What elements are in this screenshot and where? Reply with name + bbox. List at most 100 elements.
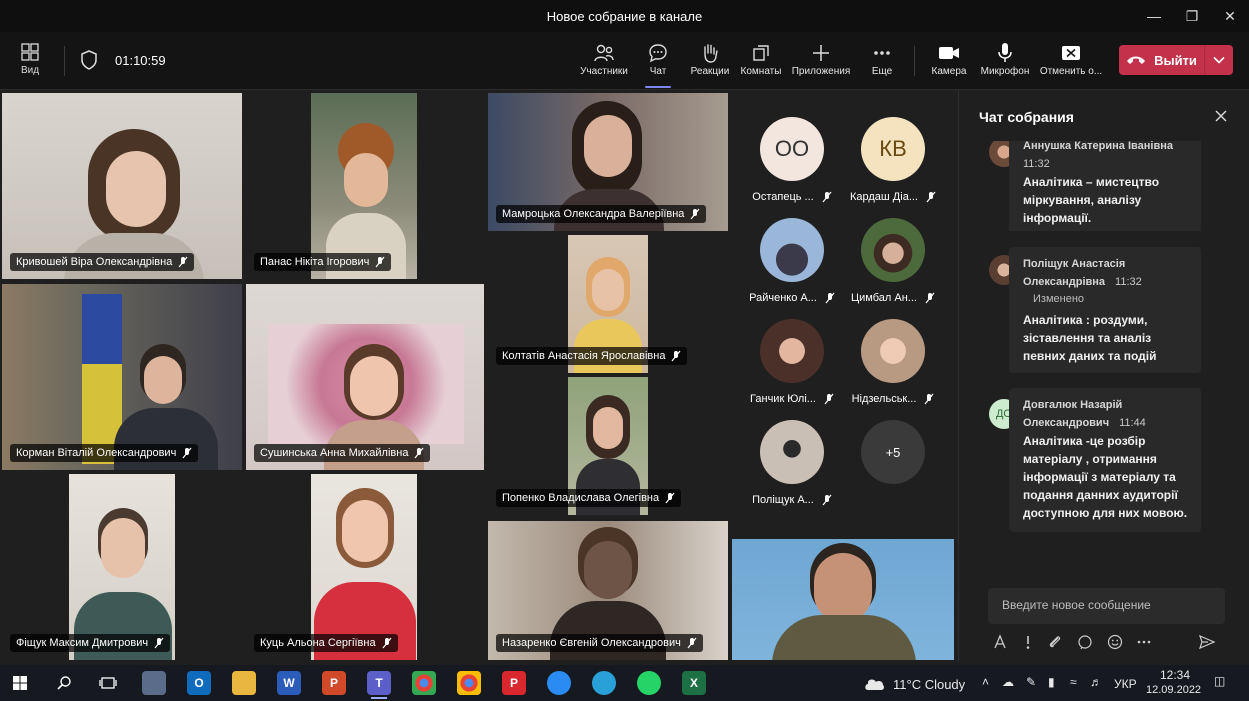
- leave-options[interactable]: [1205, 45, 1233, 75]
- task-view-icon[interactable]: [96, 671, 120, 695]
- clock-date[interactable]: 12.09.2022: [1146, 684, 1201, 696]
- weather-text[interactable]: 11°C Cloudy: [893, 677, 965, 692]
- windows-start-icon[interactable]: [8, 671, 32, 695]
- avatar: [760, 420, 824, 484]
- wifi-icon[interactable]: ≈: [1070, 675, 1077, 689]
- avatar: [861, 218, 925, 282]
- mic-off-icon: [178, 256, 188, 268]
- hang-up-icon: [1127, 56, 1146, 64]
- more-participants-count: +5: [861, 420, 925, 484]
- more-participants-tile[interactable]: +5: [842, 420, 944, 484]
- messenger-app-icon[interactable]: [547, 671, 571, 695]
- mic-off-icon: [665, 492, 675, 504]
- participant-avatar-tile[interactable]: ОО Остапець ...: [741, 117, 843, 203]
- avatar: [861, 319, 925, 383]
- powerpoint-app-icon[interactable]: P: [322, 671, 346, 695]
- teams-app-icon[interactable]: T: [367, 671, 391, 699]
- more-options-icon[interactable]: [1137, 640, 1151, 644]
- participant-avatar-tile[interactable]: КВ Кардаш Діа...: [842, 117, 944, 203]
- participant-avatar-tile[interactable]: Ганчик Юлі...: [741, 319, 843, 405]
- participants-button[interactable]: Участники: [578, 40, 630, 84]
- battery-icon[interactable]: ▮: [1048, 675, 1055, 689]
- attach-icon[interactable]: [1047, 634, 1063, 650]
- important-icon[interactable]: [1023, 634, 1033, 650]
- view-button[interactable]: Вид: [12, 42, 48, 76]
- rooms-button[interactable]: Комнаты: [739, 40, 783, 84]
- video-tile[interactable]: Мамроцька Олександра Валеріївна: [488, 93, 728, 231]
- excel-app-icon[interactable]: X: [682, 671, 706, 695]
- video-tile[interactable]: Панас Нікіта Ігорович: [246, 93, 484, 279]
- minimize-icon[interactable]: —: [1135, 0, 1173, 32]
- chat-scroll-area[interactable]: Аннушка Катерина Іванівна 11:32 Аналітик…: [959, 141, 1249, 231]
- participant-avatar-tile[interactable]: Цимбал Ан...: [842, 218, 944, 304]
- emoji-icon[interactable]: [1107, 634, 1123, 650]
- video-tile[interactable]: [732, 539, 954, 660]
- whatsapp-app-icon[interactable]: [637, 671, 661, 695]
- video-tile[interactable]: Колтатів Анастасія Ярославівна: [488, 235, 728, 373]
- participant-name-tag: Попенко Владислава Олегівна: [496, 489, 682, 507]
- volume-icon[interactable]: ♬: [1090, 675, 1102, 689]
- word-app-icon[interactable]: W: [277, 671, 301, 695]
- participant-avatar-tile[interactable]: Поліщук А...: [741, 420, 843, 506]
- chat-message[interactable]: Довгалюк Назарій Олександрович 11:44 Анал…: [1009, 388, 1201, 532]
- mic-off-icon: [690, 208, 700, 220]
- telegram-app-icon[interactable]: [592, 671, 616, 695]
- chrome-profile-icon[interactable]: [412, 671, 436, 695]
- notifications-icon[interactable]: ◫: [1214, 674, 1225, 688]
- participant-name-tag: Мамроцька Олександра Валеріївна: [496, 205, 707, 223]
- participant-name: Нідзельськ...: [851, 393, 917, 405]
- participant-name: Кривошей Віра Олександрівна: [16, 256, 173, 268]
- chat-message[interactable]: Аннушка Катерина Іванівна 11:32 Аналітик…: [1009, 141, 1201, 231]
- window-controls: — ❐ ✕: [1135, 0, 1249, 32]
- video-tile[interactable]: Корман Віталій Олександрович: [2, 284, 242, 470]
- format-icon[interactable]: [993, 634, 1009, 650]
- pen-icon[interactable]: ✎: [1026, 675, 1036, 689]
- loop-icon[interactable]: [1077, 634, 1093, 650]
- send-icon[interactable]: [1199, 634, 1215, 650]
- maximize-icon[interactable]: ❐: [1173, 0, 1211, 32]
- mic-off-icon: [924, 393, 934, 405]
- video-tile[interactable]: Кривошей Віра Олександрівна: [2, 93, 242, 279]
- app-p-icon[interactable]: P: [502, 671, 526, 695]
- mic-off-icon: [375, 256, 385, 268]
- leave-main[interactable]: Выйти: [1119, 45, 1205, 75]
- message-time: 11:44: [1119, 417, 1146, 429]
- window-title: Новое собрание в канале: [546, 8, 703, 24]
- clock-time[interactable]: 12:34: [1160, 668, 1190, 682]
- participant-avatar-tile[interactable]: Нідзельськ...: [842, 319, 944, 405]
- participant-name: Колтатів Анастасія Ярославівна: [502, 350, 666, 362]
- onedrive-icon[interactable]: ☁: [1002, 675, 1014, 689]
- apps-label: Приложения: [791, 66, 851, 77]
- close-chat-icon[interactable]: [1215, 109, 1227, 127]
- message-author-line2: Олександрович: [1023, 417, 1110, 429]
- chat-button[interactable]: Чат: [642, 40, 674, 84]
- more-label: Еще: [871, 66, 893, 77]
- leave-button[interactable]: Выйти: [1119, 45, 1233, 75]
- search-icon[interactable]: [52, 671, 76, 695]
- chat-message[interactable]: Поліщук Анастасія Олександрівна 11:32 Изм…: [1009, 247, 1201, 373]
- message-author-line2: Олександрівна: [1023, 276, 1106, 288]
- outlook-app-icon[interactable]: O: [187, 671, 211, 695]
- chrome-app-icon[interactable]: [457, 671, 481, 695]
- reactions-button[interactable]: Реакции: [688, 40, 732, 84]
- chevron-up-icon[interactable]: ˄: [982, 675, 989, 689]
- video-tile[interactable]: Сушинська Анна Михайлівна: [246, 284, 484, 470]
- participant-name-tag: Сушинська Анна Михайлівна: [254, 444, 431, 462]
- video-tile[interactable]: Куць Альона Сергіївна: [246, 474, 484, 660]
- plus-icon: [813, 45, 829, 61]
- file-explorer-icon[interactable]: [232, 671, 256, 695]
- video-tile[interactable]: Фіщук Максим Дмитрович: [2, 474, 242, 660]
- more-button[interactable]: Еще: [868, 40, 896, 84]
- calculator-app-icon[interactable]: [142, 671, 166, 695]
- language-indicator[interactable]: УКР: [1114, 677, 1137, 691]
- participant-avatar-tile[interactable]: Райченко А...: [741, 218, 843, 304]
- shield-icon[interactable]: [80, 50, 98, 75]
- video-tile[interactable]: Назаренко Євгеній Олександрович: [488, 521, 728, 660]
- camera-button[interactable]: Камера: [929, 40, 969, 84]
- video-tile[interactable]: Попенко Владислава Олегівна: [488, 377, 728, 515]
- close-window-icon[interactable]: ✕: [1211, 0, 1249, 32]
- message-compose-input[interactable]: Введите новое сообщение: [988, 588, 1225, 624]
- apps-button[interactable]: Приложения: [790, 40, 852, 84]
- stop-sharing-button[interactable]: Отменить о...: [1038, 40, 1104, 84]
- microphone-button[interactable]: Микрофон: [978, 40, 1032, 84]
